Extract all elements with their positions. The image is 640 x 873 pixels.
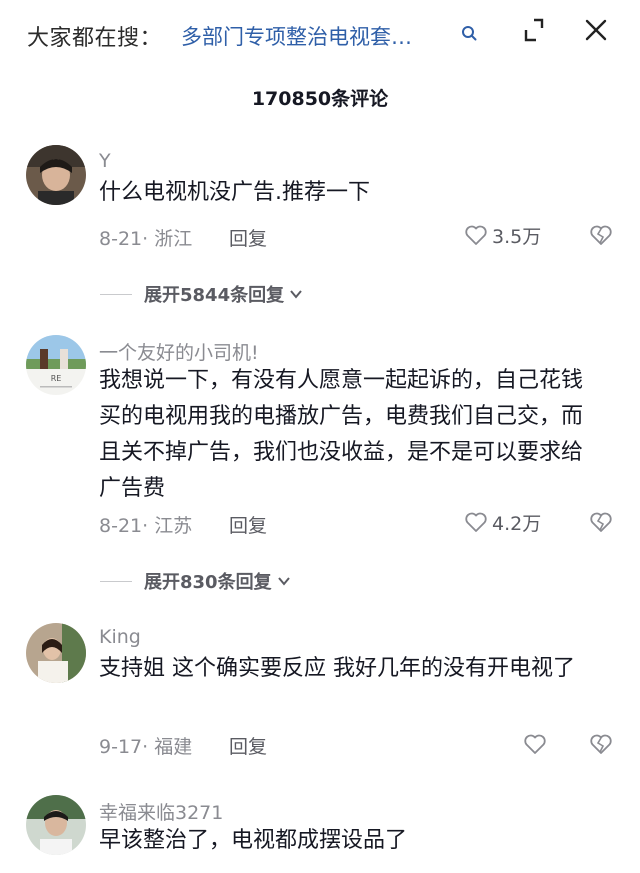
chevron-down-icon	[290, 290, 302, 299]
svg-text:RE: RE	[51, 374, 62, 383]
close-icon[interactable]	[582, 16, 610, 44]
like-button[interactable]: 4.2万	[464, 509, 541, 535]
dislike-icon[interactable]	[589, 510, 613, 534]
expand-replies-button[interactable]: 展开830条回复	[100, 568, 292, 594]
comment-username[interactable]: Y	[99, 150, 111, 172]
search-icon[interactable]	[461, 25, 477, 41]
like-count: 3.5万	[492, 225, 542, 248]
dislike-icon[interactable]	[589, 223, 613, 247]
divider	[100, 293, 132, 295]
trending-search-label: 大家都在搜：	[27, 26, 163, 51]
comment-text: 我想说一下，有没有人愿意一起起诉的，自己花钱买的电视用我的电播放广告，电费我们自…	[99, 368, 584, 501]
comment-username[interactable]: 幸福来临3271	[99, 798, 223, 825]
comment-count: 170850条评论	[251, 88, 389, 110]
comment-username[interactable]: 一个友好的小司机!	[99, 338, 259, 365]
like-button[interactable]: 3.5万	[464, 222, 541, 248]
like-button[interactable]	[523, 731, 551, 757]
comment-date-location: 9-17· 福建	[99, 736, 193, 758]
comment-date-location: 8-21· 浙江	[99, 228, 193, 250]
expand-replies-button[interactable]: 展开5844条回复	[100, 281, 304, 307]
avatar[interactable]: RE	[26, 335, 86, 395]
comment-text: 什么电视机没广告.推荐一下	[99, 180, 370, 205]
avatar[interactable]	[26, 623, 86, 683]
reply-button[interactable]: 回复	[229, 224, 267, 251]
comment-date-location: 8-21· 江苏	[99, 515, 193, 537]
reply-button[interactable]: 回复	[229, 732, 267, 759]
reply-button[interactable]: 回复	[229, 511, 267, 538]
like-count: 4.2万	[492, 512, 542, 535]
heart-icon	[524, 734, 546, 754]
comment-username[interactable]: King	[99, 626, 141, 648]
expand-replies-label: 展开830条回复	[144, 572, 272, 593]
comment-text: 支持姐 这个确实要反应 我好几年的没有开电视了	[99, 656, 575, 681]
expand-replies-label: 展开5844条回复	[144, 285, 285, 306]
minimize-icon[interactable]	[522, 16, 550, 44]
chevron-down-icon	[277, 577, 290, 586]
divider	[100, 580, 132, 582]
heart-icon	[465, 512, 487, 532]
trending-search-link[interactable]: 多部门专项整治电视套…	[181, 21, 461, 51]
dislike-icon[interactable]	[589, 732, 613, 756]
top-bar: 大家都在搜： 多部门专项整治电视套…	[0, 0, 640, 72]
heart-icon	[465, 225, 487, 245]
avatar[interactable]	[26, 145, 86, 205]
avatar[interactable]	[26, 795, 86, 855]
comment-text: 早该整治了，电视都成摆设品了	[99, 828, 408, 853]
